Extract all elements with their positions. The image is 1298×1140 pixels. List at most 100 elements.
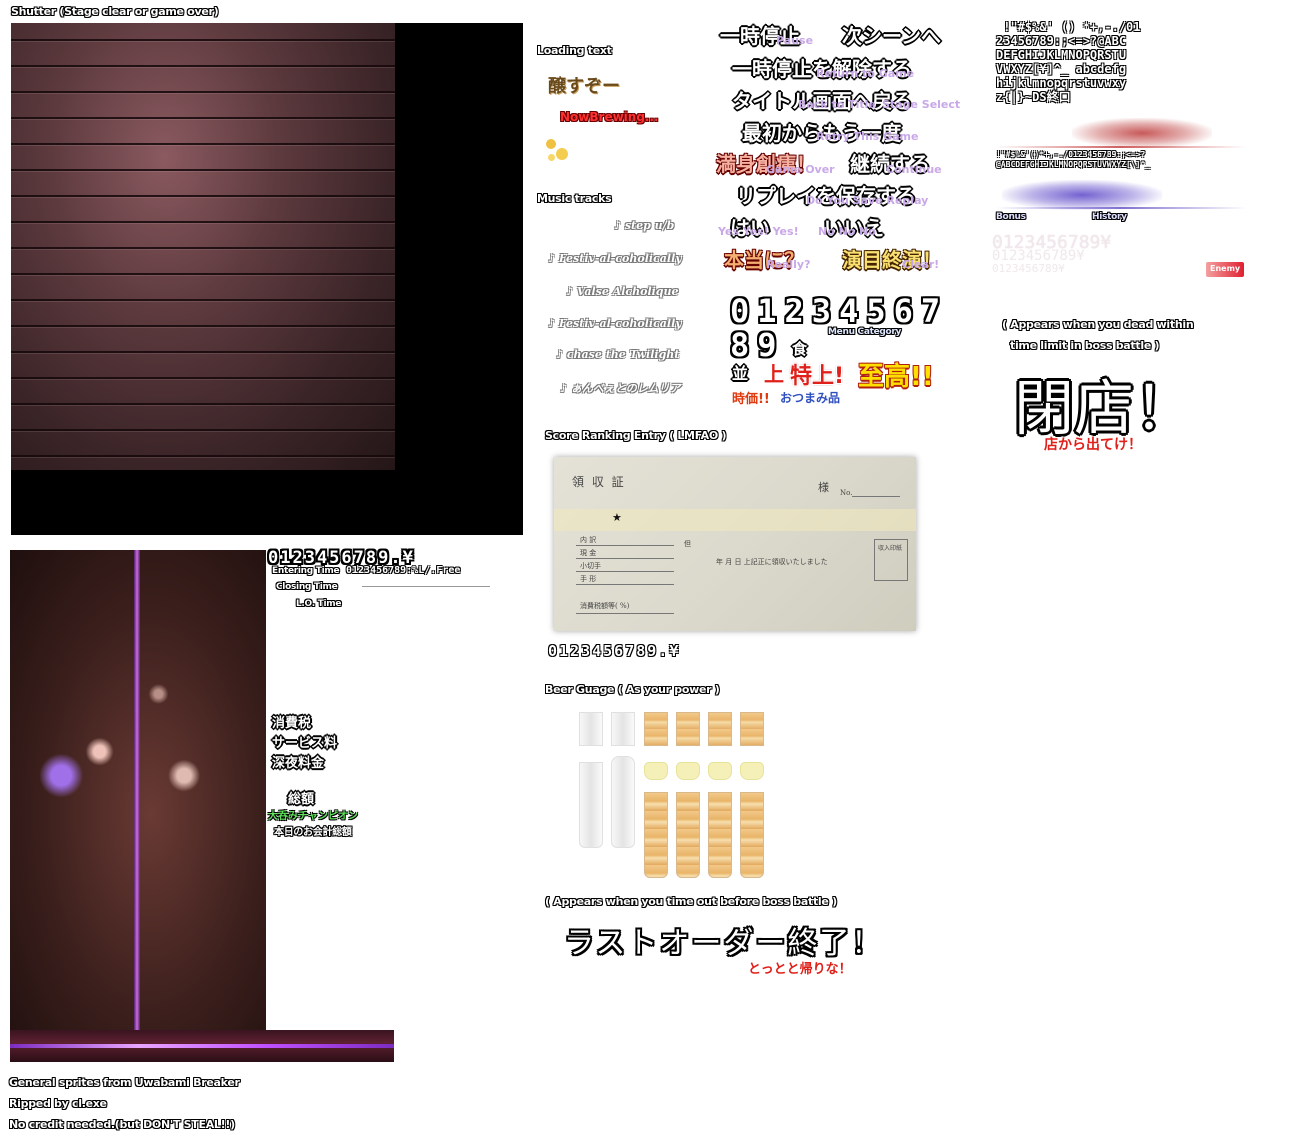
beer-glass-full	[740, 792, 764, 878]
stage-select-en: Stage Select	[882, 98, 961, 111]
grade-jo: 上	[764, 362, 784, 386]
track-3: ♪ Valse Alcholique	[566, 285, 679, 298]
lo-time-label: L.O. Time	[296, 599, 342, 609]
beer-foam	[708, 762, 732, 780]
receipt-line	[576, 545, 674, 546]
empty-glass-tall	[579, 762, 603, 848]
loading-jp-text: 醸すぞー	[548, 76, 620, 97]
history-label: History	[1092, 212, 1127, 222]
bubble-icon	[548, 154, 555, 161]
receipt-title: 領 収 証	[572, 475, 626, 489]
entering-time-label: Entering Time	[272, 566, 340, 576]
receipt-tax-label: 消費税額等( %)	[580, 602, 630, 610]
grade-shiko: 至高!!	[858, 362, 934, 392]
empty-glass-top	[611, 712, 635, 746]
receipt-star: ★	[612, 511, 622, 524]
small-font-line1: !"#$%&'()*+,-./0123456789:;<=>?	[996, 150, 1146, 159]
small-font-line2: @ABCDEFGHIJKLMNOPQRSTUVWXYZ[\]^_	[996, 160, 1151, 169]
tax-label: 消費税	[272, 716, 312, 731]
game-over-en: Game Over	[766, 163, 835, 176]
beer-segment	[676, 712, 700, 746]
go-home-text: とっとと帰りな！	[748, 962, 852, 977]
bonus-splash-red	[1072, 118, 1212, 148]
bonus-label: Bonus	[996, 212, 1026, 222]
receipt-kogitte: 小切手	[580, 562, 601, 570]
shutter-section-label: Shutter (Stage clear or game over)	[11, 5, 219, 18]
neon-strip-sprite	[10, 1030, 394, 1062]
beer-glass-full	[644, 792, 668, 878]
credit-line-2: Ripped by cl.exe	[9, 1097, 107, 1110]
receipt-stamp-label: 収入印紙	[878, 545, 903, 552]
late-night-label: 深夜料金	[272, 756, 325, 771]
track-4: ♪ Festiv-al-coholically	[548, 317, 682, 330]
receipt-line	[576, 558, 674, 559]
receipt-no-line	[852, 496, 900, 497]
receipt-stamp-box: 収入印紙	[874, 539, 908, 581]
neon-pole	[134, 550, 140, 1030]
service-label: サービス料	[272, 736, 338, 751]
pause-en: Pause	[776, 34, 814, 47]
music-section-label: Music tracks	[537, 192, 612, 205]
font-sheet-line2: 23456789:;<=>?@ABC	[996, 34, 1127, 48]
font-sheet-line3: DEFGHIJKLMNOPQRSTU	[996, 48, 1127, 62]
save-replay-en: Do You Save Replay	[806, 194, 929, 207]
score-entry-section-label: Score Ranking Entry ( LMFAO )	[545, 429, 727, 442]
dead-note-line2: time limit in boss battle )	[1010, 339, 1160, 352]
receipt-band	[554, 509, 916, 531]
receipt-uchiwake: 内 訳	[580, 536, 597, 544]
grade-jika: 時価!!	[732, 392, 770, 407]
beer-section-label: Beer Guage ( As your power )	[545, 683, 720, 696]
total-label: 総額	[288, 792, 315, 807]
history-splash-blue	[1002, 180, 1162, 210]
font-sheet-line5: hijklmnopqrstuvwxy	[996, 76, 1127, 90]
credit-line-1: General sprites from Uwabami Breaker	[9, 1076, 240, 1089]
beer-foam	[676, 762, 700, 780]
last-order-text: ラストオーダー終了！	[564, 926, 884, 961]
timeout-note-label: ( Appears when you time out before boss …	[545, 895, 837, 908]
closing-time-label: Closing Time	[276, 582, 338, 592]
entering-digits: 0123456789:%L/.Free	[346, 565, 461, 576]
ghost-digits-small: 0123456789¥	[992, 262, 1065, 275]
now-brewing-text: NowBrewing...	[560, 110, 659, 124]
blue-line	[996, 207, 1246, 209]
track-2: ♪ Festiv-al-coholically	[548, 252, 682, 265]
receipt-yen: 但	[684, 540, 691, 548]
today-total-label: 本日のお会計総額	[274, 827, 352, 838]
font-sheet-line6: z{|}~DS終口	[996, 90, 1071, 104]
beer-segment	[708, 712, 732, 746]
receipt-line	[576, 613, 674, 614]
red-line	[996, 146, 1246, 148]
track-5: ♪ chase the Twilight	[556, 348, 680, 361]
bubble-icon	[546, 139, 556, 149]
credit-line-3: No credit needed.(but DON'T STEAL!!)	[9, 1118, 235, 1131]
enemy-badge: Enemy	[1206, 262, 1244, 277]
track-6: ♪ ぁんべぇとのレムリア	[560, 382, 681, 395]
receipt-genkin: 現 金	[580, 549, 597, 557]
dead-note-line1: ( Appears when you dead within	[1002, 318, 1194, 331]
get-out-text: 店から出てけ！	[1044, 437, 1142, 453]
beer-segment	[644, 712, 668, 746]
receipt-tegata: 手 形	[580, 575, 597, 583]
bubble-icon	[556, 148, 568, 160]
resume-en: Return to Game	[816, 67, 915, 80]
beer-foam	[644, 762, 668, 780]
shutter-panel	[11, 23, 395, 470]
neon-strip-line	[10, 1044, 394, 1048]
font-sheet-line4: VWXYZ[¥]^_ abcdefg	[996, 62, 1127, 76]
yes-en: Yes Yes! Yes!	[718, 225, 799, 238]
champion-label: 大呑みチャンピオン	[268, 811, 358, 822]
receipt-line	[576, 584, 674, 585]
grade-tokujo: 特上!	[790, 364, 845, 389]
back-title-en: Back to Title	[798, 98, 876, 111]
beer-glass-full	[676, 792, 700, 878]
receipt-line	[576, 571, 674, 572]
beer-glass-full	[708, 792, 732, 878]
closing-line	[362, 586, 490, 587]
beer-foam	[740, 762, 764, 780]
food-char: 食	[792, 340, 808, 358]
grade-nami: 並	[732, 364, 749, 383]
beer-segment	[740, 712, 764, 746]
enemy-label: Enemy	[1210, 264, 1241, 273]
no-en: No No No	[818, 225, 876, 238]
continue-en: Continue	[886, 163, 942, 176]
